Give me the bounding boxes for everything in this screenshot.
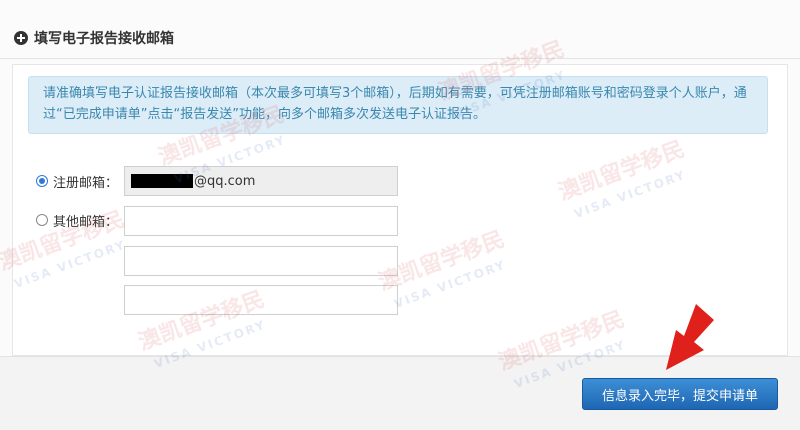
other-email-input-2[interactable]	[124, 246, 398, 276]
info-notice: 请准确填写电子认证报告接收邮箱（本次最多可填写3个邮箱），后期如有需要，可凭注册…	[28, 76, 768, 134]
section-header: 填写电子报告接收邮箱	[14, 26, 174, 50]
notice-text: 请准确填写电子认证报告接收邮箱（本次最多可填写3个邮箱），后期如有需要，可凭注册…	[43, 86, 747, 122]
other-email-radio[interactable]	[36, 214, 48, 226]
application-panel: 填写电子报告接收邮箱 请准确填写电子认证报告接收邮箱（本次最多可填写3个邮箱），…	[0, 0, 800, 430]
pointer-arrow-icon	[666, 304, 714, 370]
registered-email-label: 注册邮箱：	[53, 175, 119, 191]
registered-email-radio[interactable]	[36, 175, 48, 187]
redacted-email-prefix	[131, 174, 193, 188]
plus-circle-icon	[14, 31, 28, 45]
header-divider	[0, 58, 800, 59]
section-title: 填写电子报告接收邮箱	[34, 31, 174, 47]
other-email-option[interactable]: 其他邮箱：	[36, 212, 119, 230]
other-email-label: 其他邮箱：	[53, 214, 119, 230]
other-email-input-3[interactable]	[124, 285, 398, 315]
registered-email-option[interactable]: 注册邮箱：	[36, 173, 119, 191]
registered-email-domain: @qq.com	[194, 173, 256, 189]
other-email-input-1[interactable]	[124, 206, 398, 236]
submit-application-button[interactable]: 信息录入完毕，提交申请单	[582, 378, 778, 410]
registered-email-field: @qq.com	[124, 166, 398, 196]
